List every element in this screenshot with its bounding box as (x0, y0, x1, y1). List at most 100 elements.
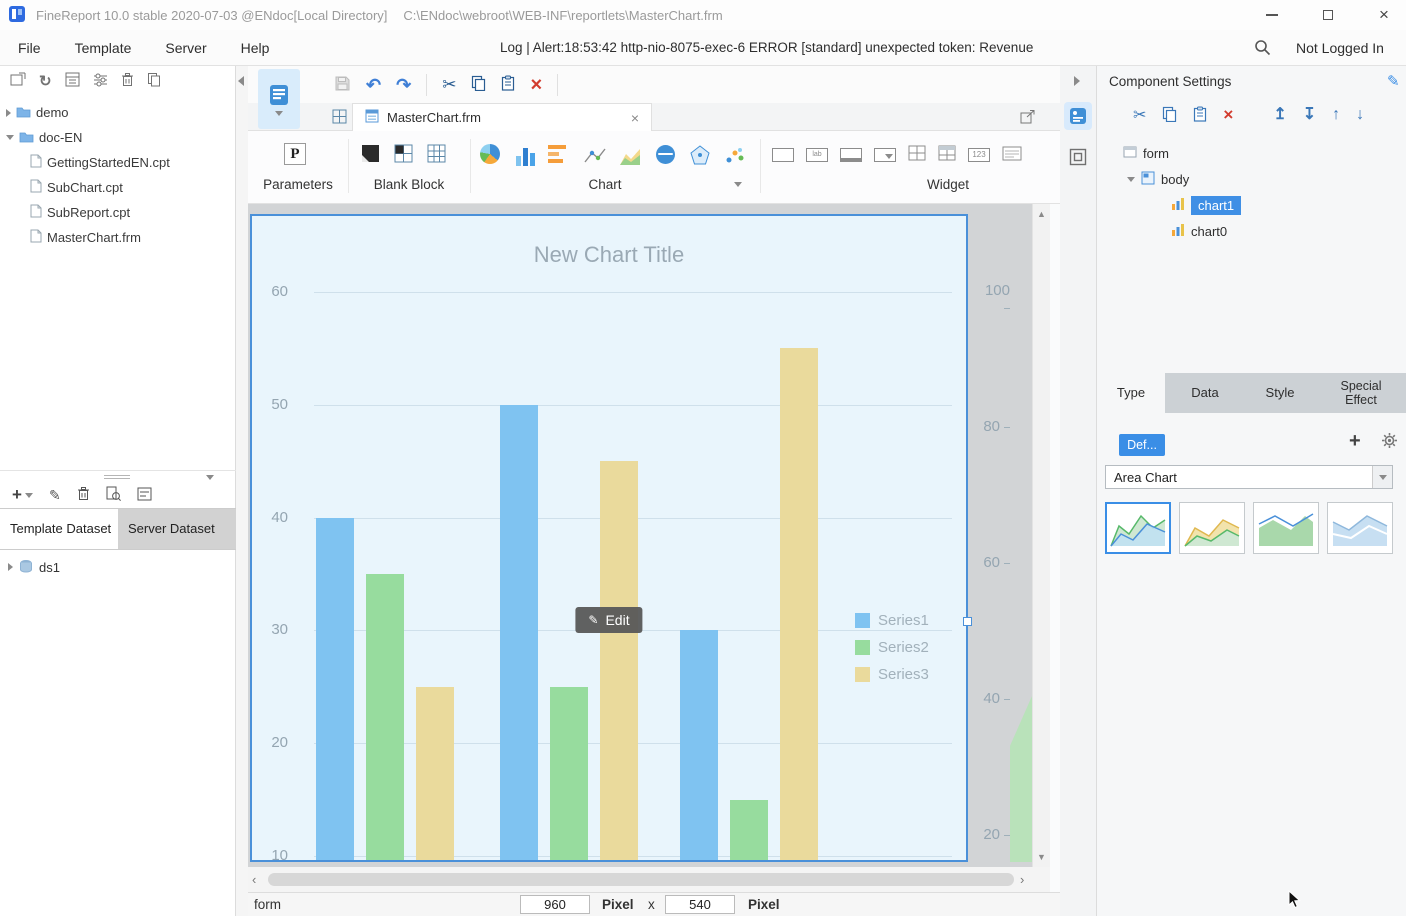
delete-icon[interactable]: × (1223, 105, 1233, 125)
log-alert-message[interactable]: Log | Alert:18:53:42 http-nio-8075-exec-… (500, 40, 1033, 55)
refresh-icon[interactable]: ↻ (39, 72, 52, 90)
report-block-icon[interactable] (360, 143, 381, 167)
area-chart-style-3[interactable] (1253, 502, 1319, 554)
parameters-pane-icon[interactable]: P (284, 143, 306, 165)
edit-settings-icon[interactable]: ✎ (1387, 72, 1400, 90)
copy-icon[interactable] (147, 72, 161, 90)
tree-file-gettingstarted[interactable]: GettingStartedEN.cpt (0, 150, 236, 175)
tree-file-masterchart[interactable]: MasterChart.frm (0, 225, 236, 250)
chart-dropdown-icon[interactable] (734, 182, 742, 187)
combobox-widget-icon[interactable] (874, 147, 896, 162)
collapse-icon[interactable] (6, 135, 14, 140)
textarea-widget-icon[interactable] (1002, 146, 1022, 164)
close-icon[interactable]: × (1376, 5, 1392, 24)
switch-workspace-icon[interactable] (10, 72, 26, 90)
move-down-icon[interactable]: ↓ (1356, 107, 1364, 123)
new-report-icon[interactable] (65, 72, 80, 90)
horizontal-scrollbar[interactable]: ‹ › (248, 867, 1050, 892)
move-to-bottom-icon[interactable]: ↧ (1303, 107, 1316, 123)
collapse-icon[interactable] (1127, 176, 1135, 182)
tab-style[interactable]: Style (1245, 373, 1315, 413)
component-settings-tab-icon[interactable] (1064, 102, 1092, 130)
gear-icon[interactable] (1381, 432, 1398, 452)
button-widget-icon[interactable] (840, 147, 862, 162)
area-chart-style-4[interactable] (1327, 502, 1393, 554)
report-widget-icon[interactable] (938, 145, 956, 164)
menu-help[interactable]: Help (241, 40, 270, 56)
float-window-icon[interactable] (1020, 109, 1036, 127)
paste-icon[interactable] (501, 75, 515, 94)
dataset-config-icon[interactable] (137, 487, 152, 504)
grid-widget-icon[interactable] (908, 145, 926, 164)
settings-icon[interactable] (93, 72, 108, 90)
number-widget-icon[interactable]: 123 (968, 147, 990, 162)
add-dataset-icon[interactable]: + (12, 485, 33, 505)
edit-dataset-icon[interactable]: ✎ (49, 487, 61, 504)
scatter-chart-icon[interactable] (723, 142, 747, 166)
form-height-input[interactable] (665, 895, 735, 914)
form-width-input[interactable] (520, 895, 590, 914)
line-chart-icon[interactable] (583, 142, 607, 166)
column-chart-icon[interactable] (513, 142, 537, 166)
maximize-icon[interactable] (1320, 7, 1336, 23)
expand-icon[interactable] (8, 563, 13, 571)
tab-masterchart-frm[interactable]: MasterChart.frm × (352, 103, 652, 131)
table-block-icon[interactable] (426, 143, 447, 167)
panel-splitter[interactable] (0, 470, 236, 482)
tab-special-effect[interactable]: Special Effect (1315, 373, 1406, 413)
area-chart-style-2[interactable] (1179, 502, 1245, 554)
tab-template-dataset[interactable]: Template Dataset (0, 509, 118, 549)
radar-chart-icon[interactable] (688, 142, 712, 166)
paste-icon[interactable] (1193, 106, 1207, 125)
delete-icon[interactable] (121, 72, 134, 90)
form-grid-toggle-icon[interactable] (332, 109, 347, 127)
template-web-settings-icon[interactable] (258, 69, 300, 129)
form-canvas[interactable]: New Chart Title Series1 Series2 Series3 ✎ … (248, 204, 1032, 867)
tab-server-dataset[interactable]: Server Dataset (118, 509, 236, 549)
menu-template[interactable]: Template (75, 40, 132, 56)
tree-item-chart0[interactable]: chart0 (1097, 218, 1406, 244)
chart-type-select[interactable]: Area Chart (1105, 465, 1393, 489)
chevron-down-icon[interactable] (275, 110, 283, 116)
textfield-widget-icon[interactable] (772, 147, 794, 162)
chart1-component[interactable]: New Chart Title Series1 Series2 Series3 ✎ … (250, 214, 972, 864)
tree-folder-doc-en[interactable]: doc-EN (0, 125, 236, 150)
vertical-scrollbar[interactable]: ▲ ▼ (1032, 204, 1050, 867)
select-caret-icon[interactable] (1372, 466, 1392, 488)
redo-icon[interactable]: ↷ (396, 76, 411, 94)
resize-handle[interactable] (963, 617, 972, 626)
save-icon[interactable] (334, 75, 351, 95)
bar-chart-icon[interactable] (548, 142, 572, 166)
scroll-down-icon[interactable]: ▼ (1033, 849, 1050, 865)
move-to-top-icon[interactable]: ↥ (1273, 107, 1286, 123)
undo-icon[interactable]: ↶ (366, 76, 381, 94)
login-status[interactable]: Not Logged In (1296, 40, 1384, 56)
tree-item-chart1[interactable]: chart1 (1097, 192, 1406, 218)
dataset-item-ds1[interactable]: ds1 (0, 554, 236, 580)
preview-dataset-icon[interactable] (106, 486, 121, 504)
scroll-left-icon[interactable]: ‹ (252, 872, 256, 887)
close-tab-icon[interactable]: × (631, 110, 639, 126)
cut-icon[interactable]: ✂ (442, 76, 456, 93)
collapse-left-panel-icon[interactable] (238, 76, 244, 86)
tab-data[interactable]: Data (1165, 373, 1245, 413)
cut-icon[interactable]: ✂ (1133, 105, 1146, 125)
copy-icon[interactable] (471, 75, 486, 94)
search-icon[interactable] (1254, 39, 1271, 59)
expand-icon[interactable] (6, 108, 11, 117)
layout-tab-icon[interactable] (1067, 146, 1089, 168)
delete-icon[interactable]: × (530, 75, 542, 95)
default-config-button[interactable]: Def... (1119, 434, 1165, 456)
splitter-grip-icon[interactable] (104, 475, 130, 479)
chart-block-icon[interactable] (393, 143, 414, 167)
menu-server[interactable]: Server (165, 40, 206, 56)
tree-item-form[interactable]: form (1097, 140, 1406, 166)
tree-file-subreport[interactable]: SubReport.cpt (0, 200, 236, 225)
tree-file-subchart[interactable]: SubChart.cpt (0, 175, 236, 200)
scroll-up-icon[interactable]: ▲ (1033, 206, 1050, 222)
move-up-icon[interactable]: ↑ (1332, 107, 1340, 123)
collapse-right-panel-icon[interactable] (1074, 76, 1080, 86)
scrollbar-thumb[interactable] (268, 873, 1014, 886)
splitter-collapse-icon[interactable] (206, 475, 214, 480)
tree-item-body[interactable]: body (1097, 166, 1406, 192)
